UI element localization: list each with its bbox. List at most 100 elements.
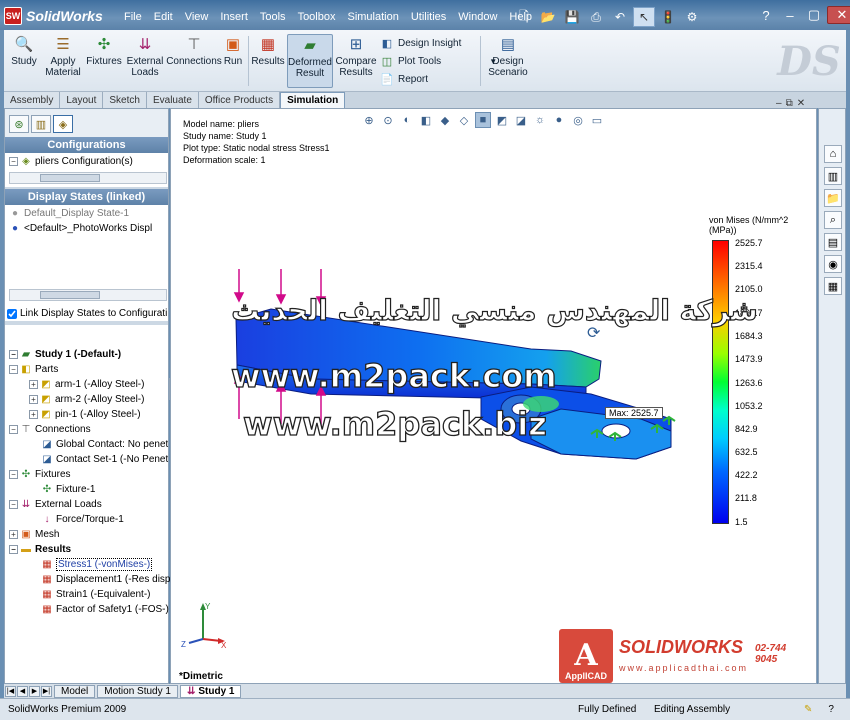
- rebuild-traffic-light-icon[interactable]: 🚦: [657, 7, 679, 27]
- tab-layout[interactable]: Layout: [60, 92, 104, 108]
- report-button[interactable]: 📄 Report: [380, 70, 428, 88]
- previous-view-icon[interactable]: ◐: [399, 112, 415, 128]
- tree-factor-of-safety1[interactable]: ▦ Factor of Safety1 (-FOS-): [41, 602, 169, 617]
- prev-tab-arrow-icon[interactable]: ◀: [17, 685, 28, 697]
- menu-edit[interactable]: Edit: [148, 8, 179, 28]
- minimize-button[interactable]: –: [779, 6, 801, 24]
- collapse-icon[interactable]: −: [9, 545, 18, 554]
- link-display-states-option[interactable]: Link Display States to Configurati: [7, 306, 167, 321]
- realview-icon[interactable]: ◎: [570, 112, 586, 128]
- photoworks-display-item[interactable]: ● <Default>_PhotoWorks Displ: [9, 221, 152, 236]
- menu-window[interactable]: Window: [452, 8, 503, 28]
- doc-close-button[interactable]: ✕: [797, 98, 805, 109]
- property-manager-icon[interactable]: ▥: [31, 115, 51, 133]
- maximize-button[interactable]: ▢: [803, 6, 825, 24]
- view-palette-icon[interactable]: ▤: [824, 233, 842, 251]
- next-tab-arrow-icon[interactable]: ▶: [29, 685, 40, 697]
- expand-icon[interactable]: +: [29, 410, 38, 419]
- apply-material-button[interactable]: ☰ Apply Material: [44, 34, 82, 88]
- collapse-icon[interactable]: −: [9, 365, 18, 374]
- tree-part-arm2[interactable]: + ◩ arm-2 (-Alloy Steel-): [29, 392, 144, 407]
- shaded-icon[interactable]: ■: [475, 112, 491, 128]
- menu-insert[interactable]: Insert: [214, 8, 254, 28]
- configurations-scrollbar[interactable]: [9, 172, 167, 184]
- undo-icon[interactable]: ↶: [609, 7, 631, 27]
- run-button[interactable]: ▣ Run: [222, 34, 244, 88]
- tree-connections[interactable]: − ⊤ Connections: [9, 422, 91, 437]
- tree-global-contact[interactable]: ◪ Global Contact: No penet: [41, 437, 168, 452]
- search-icon[interactable]: ⌕: [824, 211, 842, 229]
- pliers-configuration-item[interactable]: − ◈ pliers Configuration(s): [9, 154, 133, 169]
- tree-external-loads[interactable]: − ⇊ External Loads: [9, 497, 102, 512]
- configuration-manager-icon[interactable]: ◈: [53, 115, 73, 133]
- doc-restore-button[interactable]: ⧉: [786, 98, 793, 109]
- menu-view[interactable]: View: [179, 8, 215, 28]
- tree-strain1[interactable]: ▦ Strain1 (-Equivalent-): [41, 587, 150, 602]
- doc-minimize-button[interactable]: –: [776, 98, 782, 109]
- tab-motion-study-1[interactable]: Motion Study 1: [97, 684, 178, 698]
- save-icon[interactable]: 💾: [561, 7, 583, 27]
- zoom-to-fit-icon[interactable]: ⊕: [361, 112, 377, 128]
- menu-file[interactable]: File: [118, 8, 148, 28]
- tree-part-pin1[interactable]: + ◩ pin-1 (-Alloy Steel-): [29, 407, 141, 422]
- tab-office-products[interactable]: Office Products: [198, 92, 281, 108]
- tree-contact-set[interactable]: ◪ Contact Set-1 (-No Penet: [41, 452, 168, 467]
- collapse-icon[interactable]: −: [9, 157, 18, 166]
- graphics-area[interactable]: ⊕ ⊙ ◐ ◧ ◆ ◇ ■ ◩ ◪ ☼ ● ◎ ▭ Model name: pl…: [170, 108, 817, 684]
- tab-assembly[interactable]: Assembly: [4, 92, 61, 108]
- tree-parts[interactable]: − ◧ Parts: [9, 362, 58, 377]
- quick-tips-icon[interactable]: ✎: [796, 704, 820, 715]
- compare-results-button[interactable]: ⊞ Compare Results: [335, 34, 376, 88]
- study-button[interactable]: 🔍 Study: [8, 34, 40, 88]
- tree-fixture1[interactable]: ✣ Fixture-1: [41, 482, 96, 497]
- external-loads-button[interactable]: ⇊ External Loads: [126, 34, 164, 88]
- custom-properties-icon[interactable]: ▦: [824, 277, 842, 295]
- splitter[interactable]: [5, 321, 168, 325]
- tab-study-1[interactable]: ⇊ Study 1: [179, 684, 242, 698]
- tab-model[interactable]: Model: [54, 684, 96, 698]
- collapse-icon[interactable]: −: [9, 425, 18, 434]
- solidworks-resources-icon[interactable]: ⌂: [824, 145, 842, 163]
- solidworks-logo[interactable]: SW SolidWorks: [4, 6, 114, 26]
- section-view-icon[interactable]: ◧: [418, 112, 434, 128]
- shadows-icon[interactable]: ▭: [589, 112, 605, 128]
- appearances-icon[interactable]: ◉: [824, 255, 842, 273]
- expand-icon[interactable]: +: [9, 530, 18, 539]
- hide-show-icon[interactable]: ◩: [494, 112, 510, 128]
- display-style-icon[interactable]: ◇: [456, 112, 472, 128]
- file-explorer-icon[interactable]: 📁: [824, 189, 842, 207]
- results-button[interactable]: ▦ Results: [251, 34, 284, 88]
- menu-simulation[interactable]: Simulation: [341, 8, 404, 28]
- last-tab-arrow-icon[interactable]: ▶|: [41, 685, 52, 697]
- display-states-scrollbar[interactable]: [9, 289, 167, 301]
- tree-displacement1[interactable]: ▦ Displacement1 (-Res disp-: [41, 572, 174, 587]
- menu-utilities[interactable]: Utilities: [405, 8, 452, 28]
- close-button[interactable]: ✕: [827, 6, 850, 24]
- tree-force-torque[interactable]: ↓ Force/Torque-1: [41, 512, 124, 527]
- tab-simulation[interactable]: Simulation: [280, 92, 346, 108]
- options-gear-icon[interactable]: ⚙: [681, 7, 703, 27]
- design-library-icon[interactable]: ▥: [824, 167, 842, 185]
- tab-sketch[interactable]: Sketch: [103, 92, 147, 108]
- expand-icon[interactable]: +: [29, 395, 38, 404]
- menu-toolbox[interactable]: Toolbox: [292, 8, 342, 28]
- zoom-to-area-icon[interactable]: ⊙: [380, 112, 396, 128]
- collapse-icon[interactable]: −: [9, 350, 18, 359]
- select-pointer-icon[interactable]: ↖: [633, 7, 655, 27]
- link-display-states-checkbox[interactable]: [7, 308, 17, 319]
- new-document-icon[interactable]: 🗋: [513, 7, 535, 27]
- tree-mesh[interactable]: + ▣ Mesh: [9, 527, 59, 542]
- view-orientation-icon[interactable]: ◆: [437, 112, 453, 128]
- tree-stress1[interactable]: ▦ Stress1 (-vonMises-): [41, 557, 153, 572]
- fixtures-button[interactable]: ✣ Fixtures: [84, 34, 124, 88]
- design-insight-button[interactable]: ◧ Design Insight: [380, 34, 462, 52]
- open-folder-icon[interactable]: 📂: [537, 7, 559, 27]
- tree-fixtures[interactable]: − ✣ Fixtures: [9, 467, 71, 482]
- tab-evaluate[interactable]: Evaluate: [146, 92, 199, 108]
- feature-manager-icon[interactable]: ⊛: [9, 115, 29, 133]
- help-question-icon[interactable]: ?: [755, 6, 777, 24]
- tree-results[interactable]: − ▬ Results: [9, 542, 71, 557]
- view-settings-icon[interactable]: ●: [551, 112, 567, 128]
- connections-button[interactable]: ⊤ Connections: [166, 34, 222, 88]
- menu-tools[interactable]: Tools: [254, 8, 292, 28]
